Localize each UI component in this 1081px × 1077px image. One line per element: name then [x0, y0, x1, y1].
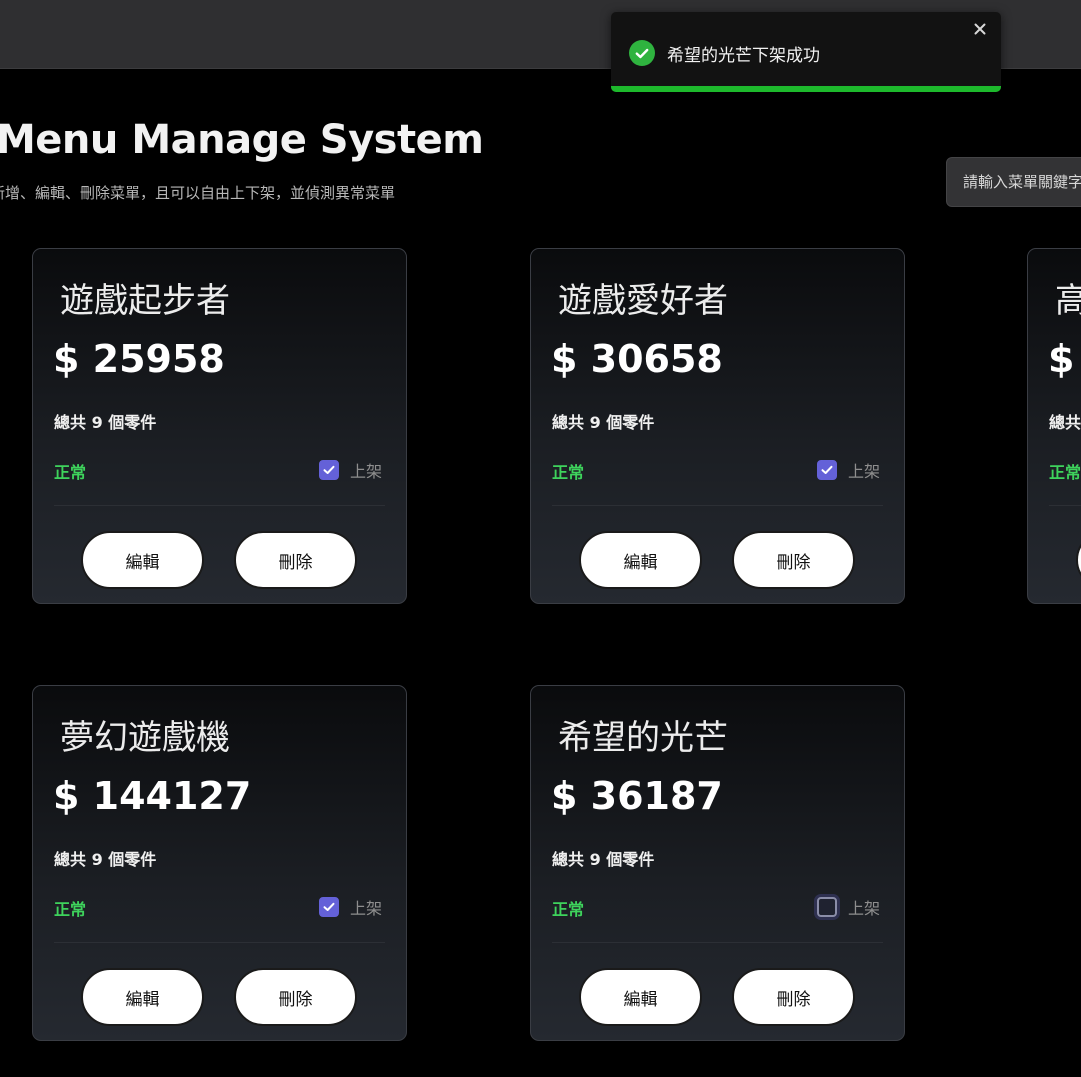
- edit-button[interactable]: 編輯: [81, 531, 204, 589]
- menu-name: 遊戲愛好者: [558, 281, 728, 321]
- card-divider: [552, 942, 883, 943]
- page: Menu Manage System 新增、編輯、刪除菜單，且可以自由上下架，並…: [0, 0, 1081, 1077]
- listing-toggle[interactable]: 上架: [816, 459, 880, 481]
- check-circle-icon: [629, 40, 655, 66]
- menu-price: $ 25958: [53, 337, 225, 381]
- menu-parts-count: 總共 9 個零件: [552, 413, 655, 432]
- listing-toggle[interactable]: 上架: [816, 896, 880, 918]
- menu-parts-count: 總共 9 個零件: [54, 413, 157, 432]
- delete-button[interactable]: 刪除: [234, 531, 357, 589]
- menu-status: 正常: [1049, 463, 1081, 482]
- menu-name: 希望的光芒: [558, 718, 728, 758]
- listing-checkbox[interactable]: [816, 897, 837, 917]
- edit-button[interactable]: 編輯: [1076, 531, 1081, 589]
- menu-name: 高: [1055, 281, 1081, 321]
- listing-label: 上架: [847, 899, 880, 918]
- page-title: Menu Manage System: [0, 117, 484, 163]
- menu-status: 正常: [552, 900, 585, 919]
- listing-label: 上架: [349, 899, 382, 918]
- search-input[interactable]: [946, 157, 1081, 207]
- listing-checkbox[interactable]: [318, 460, 339, 480]
- card-divider: [54, 505, 385, 506]
- toast-message: 希望的光芒下架成功: [667, 46, 820, 66]
- card-divider: [1049, 505, 1081, 506]
- menu-status: 正常: [54, 463, 87, 482]
- menu-card: 希望的光芒 $ 36187 總共 9 個零件 正常 上架 編輯 刪除: [530, 685, 905, 1041]
- menu-status: 正常: [54, 900, 87, 919]
- listing-checkbox[interactable]: [816, 460, 837, 480]
- listing-checkbox[interactable]: [318, 897, 339, 917]
- menu-parts-count: 總共 9 個零件: [54, 850, 157, 869]
- menu-status: 正常: [552, 463, 585, 482]
- listing-toggle[interactable]: 上架: [318, 459, 382, 481]
- checkmark-icon: [323, 902, 335, 911]
- edit-button[interactable]: 編輯: [579, 531, 702, 589]
- menu-card: 遊戲起步者 $ 25958 總共 9 個零件 正常 上架 編輯 刪除: [32, 248, 407, 604]
- card-divider: [54, 942, 385, 943]
- delete-button[interactable]: 刪除: [234, 968, 357, 1026]
- delete-button[interactable]: 刪除: [732, 968, 855, 1026]
- menu-name: 夢幻遊戲機: [60, 718, 230, 758]
- card-divider: [552, 505, 883, 506]
- menu-card: 遊戲愛好者 $ 30658 總共 9 個零件 正常 上架 編輯 刪除: [530, 248, 905, 604]
- page-subtitle: 新增、編輯、刪除菜單，且可以自由上下架，並偵測異常菜單: [0, 184, 396, 202]
- menu-parts-count: 總共 9 個零件: [552, 850, 655, 869]
- edit-button[interactable]: 編輯: [579, 968, 702, 1026]
- checkmark-icon: [323, 465, 335, 474]
- menu-card: 高 $ 總共 正常 編輯: [1027, 248, 1081, 604]
- menu-parts-count: 總共: [1049, 413, 1081, 432]
- checkmark-icon: [821, 465, 833, 474]
- menu-name: 遊戲起步者: [60, 281, 230, 321]
- close-icon[interactable]: [971, 20, 989, 38]
- toast-notification: 希望的光芒下架成功: [611, 12, 1001, 92]
- menu-price: $ 144127: [53, 774, 252, 818]
- delete-button[interactable]: 刪除: [732, 531, 855, 589]
- listing-label: 上架: [349, 462, 382, 481]
- menu-price: $: [1048, 337, 1075, 381]
- listing-label: 上架: [847, 462, 880, 481]
- toast-progress-bar: [611, 86, 1001, 92]
- edit-button[interactable]: 編輯: [81, 968, 204, 1026]
- menu-card: 夢幻遊戲機 $ 144127 總共 9 個零件 正常 上架 編輯 刪除: [32, 685, 407, 1041]
- menu-price: $ 36187: [551, 774, 723, 818]
- listing-toggle[interactable]: 上架: [318, 896, 382, 918]
- menu-price: $ 30658: [551, 337, 723, 381]
